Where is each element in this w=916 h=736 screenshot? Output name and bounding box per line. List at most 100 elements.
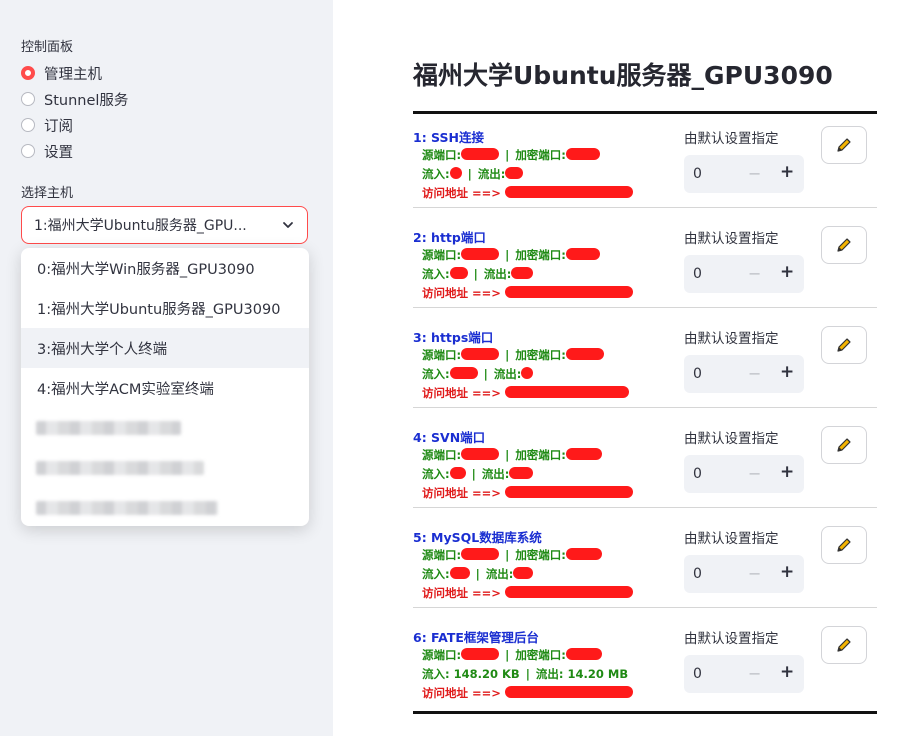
number-input[interactable]: 0 − + (684, 255, 804, 293)
increment-button[interactable]: + (780, 362, 794, 382)
dropdown-option[interactable]: 4:福州大学ACM实验室终端 (21, 368, 309, 408)
service-title: 4: SVN端口 (413, 430, 486, 445)
number-input[interactable]: 0 − + (684, 155, 804, 193)
decrement-button[interactable]: − (748, 564, 761, 583)
chevron-down-icon (283, 222, 293, 228)
number-input[interactable]: 0 − + (684, 655, 804, 693)
number-input[interactable]: 0 − + (684, 455, 804, 493)
dropdown-option-blurred[interactable] (21, 408, 309, 448)
redacted-url[interactable] (504, 686, 633, 698)
separator: | (505, 248, 510, 262)
nav-label: 订阅 (44, 118, 73, 135)
port-line: 源端口: | 加密端口: (422, 347, 604, 363)
encrypted-port-label: 加密端口: (515, 648, 566, 662)
arrow: ==> (472, 386, 501, 400)
redacted-url[interactable] (504, 386, 629, 398)
decrement-button[interactable]: − (748, 164, 761, 183)
increment-button[interactable]: + (780, 162, 794, 182)
nav-radio-subscribe[interactable]: 订阅 (21, 114, 73, 136)
radio-icon (21, 92, 35, 106)
default-setting-label: 由默认设置指定 (684, 631, 779, 647)
nav-radio-stunnel[interactable]: Stunnel服务 (21, 88, 128, 110)
number-value: 0 (693, 166, 702, 182)
edit-button[interactable] (821, 126, 867, 164)
redacted-url[interactable] (504, 586, 633, 598)
port-line: 源端口: | 加密端口: (422, 547, 602, 563)
number-value: 0 (693, 266, 702, 282)
radio-icon (21, 144, 35, 158)
arrow: ==> (472, 286, 501, 300)
nav-radio-settings[interactable]: 设置 (21, 140, 73, 162)
outflow-label: 流出: (481, 467, 510, 481)
divider (413, 207, 877, 208)
host-select[interactable]: 1:福州大学Ubuntu服务器_GPU... (21, 206, 308, 244)
decrement-button[interactable]: − (748, 464, 761, 483)
nav-radio-manage-host[interactable]: 管理主机 (21, 62, 102, 84)
outflow-label: 流出: (485, 567, 514, 581)
dropdown-option-blurred[interactable] (21, 488, 309, 526)
source-port-label: 源端口: (422, 448, 462, 462)
number-value: 0 (693, 666, 702, 682)
pencil-icon (837, 138, 851, 152)
pencil-icon (837, 438, 851, 452)
service-card: 2: http端口 源端口: | 加密端口: 流入: | 流出: 访问地址 ==> 由默… (413, 214, 877, 314)
edit-button[interactable] (821, 626, 867, 664)
redacted-value (461, 348, 500, 360)
dropdown-option[interactable]: 0:福州大学Win服务器_GPU3090 (21, 248, 309, 288)
traffic-line: 流入: | 流出: (422, 466, 534, 482)
port-line: 源端口: | 加密端口: (422, 247, 600, 263)
radio-icon (21, 118, 35, 132)
service-title: 2: http端口 (413, 230, 486, 245)
decrement-button[interactable]: − (748, 264, 761, 283)
nav-label: 设置 (44, 144, 73, 161)
redacted-url[interactable] (504, 486, 633, 498)
increment-button[interactable]: + (780, 662, 794, 682)
redacted-value (461, 448, 500, 460)
inflow-label: 流入: (422, 467, 450, 481)
edit-button[interactable] (821, 426, 867, 464)
traffic-line: 流入: | 流出: (422, 266, 534, 282)
source-port-label: 源端口: (422, 648, 462, 662)
encrypted-port-label: 加密端口: (515, 448, 566, 462)
number-input[interactable]: 0 − + (684, 355, 804, 393)
arrow: ==> (472, 686, 501, 700)
edit-button[interactable] (821, 526, 867, 564)
redacted-value (511, 267, 534, 279)
decrement-button[interactable]: − (748, 364, 761, 383)
separator: | (505, 348, 510, 362)
redacted-value (565, 348, 604, 360)
inflow-value: 148.20 KB (453, 667, 520, 681)
increment-button[interactable]: + (780, 562, 794, 582)
divider (413, 407, 877, 408)
encrypted-port-label: 加密端口: (515, 148, 566, 162)
redacted-value (449, 167, 462, 179)
service-card: 6: FATE框架管理后台 源端口: | 加密端口: 流入: 148.20 KB | 流… (413, 614, 877, 714)
redacted-url[interactable] (504, 286, 633, 298)
outflow-label: 流出: (535, 667, 564, 681)
decrement-button[interactable]: − (748, 664, 761, 683)
port-line: 源端口: | 加密端口: (422, 147, 600, 163)
nav-label: Stunnel服务 (44, 92, 129, 109)
increment-button[interactable]: + (780, 462, 794, 482)
redacted-value (461, 648, 500, 660)
arrow: ==> (472, 486, 501, 500)
increment-button[interactable]: + (780, 262, 794, 282)
redacted-url[interactable] (504, 186, 633, 198)
access-label: 访问地址 (422, 186, 468, 200)
number-value: 0 (693, 466, 702, 482)
pencil-icon (837, 338, 851, 352)
port-line: 源端口: | 加密端口: (422, 447, 602, 463)
arrow: ==> (472, 186, 501, 200)
edit-button[interactable] (821, 226, 867, 264)
redacted-value (565, 648, 602, 660)
number-input[interactable]: 0 − + (684, 555, 804, 593)
dropdown-option-blurred[interactable] (21, 448, 309, 488)
redacted-value (449, 467, 466, 479)
dropdown-option[interactable]: 3:福州大学个人终端 (21, 328, 309, 368)
dropdown-option[interactable]: 1:福州大学Ubuntu服务器_GPU3090 (21, 288, 309, 328)
separator: | (473, 267, 478, 281)
page-title: 福州大学Ubuntu服务器_GPU3090 (413, 61, 833, 90)
service-card: 3: https端口 源端口: | 加密端口: 流入: | 流出: 访问地址 ==> 由… (413, 314, 877, 414)
divider (413, 307, 877, 308)
edit-button[interactable] (821, 326, 867, 364)
